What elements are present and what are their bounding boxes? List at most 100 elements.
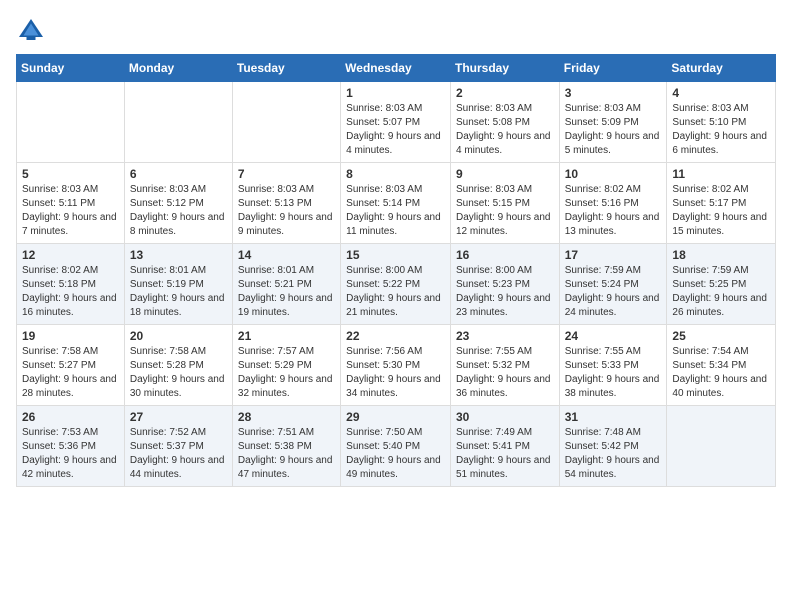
day-number: 21 [238, 329, 335, 343]
day-number: 19 [22, 329, 119, 343]
weekday-header-saturday: Saturday [667, 55, 776, 82]
day-number: 2 [456, 86, 554, 100]
calendar-cell: 1 Sunrise: 8:03 AMSunset: 5:07 PMDaylight… [341, 82, 451, 163]
calendar-cell: 10 Sunrise: 8:02 AMSunset: 5:16 PMDayligh… [559, 163, 667, 244]
day-info: Sunrise: 7:58 AMSunset: 5:27 PMDaylight:… [22, 345, 119, 401]
day-number: 18 [672, 248, 770, 262]
calendar-cell: 25 Sunrise: 7:54 AMSunset: 5:34 PMDayligh… [667, 325, 776, 406]
day-info: Sunrise: 8:03 AMSunset: 5:13 PMDaylight:… [238, 183, 335, 239]
day-info: Sunrise: 8:02 AMSunset: 5:17 PMDaylight:… [672, 183, 770, 239]
calendar-cell: 30 Sunrise: 7:49 AMSunset: 5:41 PMDayligh… [450, 406, 559, 487]
day-info: Sunrise: 7:53 AMSunset: 5:36 PMDaylight:… [22, 426, 119, 482]
calendar-week-1: 1 Sunrise: 8:03 AMSunset: 5:07 PMDaylight… [17, 82, 776, 163]
day-number: 1 [346, 86, 445, 100]
day-info: Sunrise: 8:03 AMSunset: 5:08 PMDaylight:… [456, 102, 554, 158]
calendar-week-5: 26Sunrise: 7:53 AMSunset: 5:36 PMDayligh… [17, 406, 776, 487]
calendar-week-4: 19 Sunrise: 7:58 AMSunset: 5:27 PMDayligh… [17, 325, 776, 406]
logo [16, 16, 50, 46]
calendar-week-2: 5Sunrise: 8:03 AMSunset: 5:11 PMDaylight… [17, 163, 776, 244]
calendar-cell: 27 Sunrise: 7:52 AMSunset: 5:37 PMDayligh… [124, 406, 232, 487]
day-info: Sunrise: 8:00 AMSunset: 5:22 PMDaylight:… [346, 264, 445, 320]
day-number: 15 [346, 248, 445, 262]
calendar-cell [232, 82, 340, 163]
day-info: Sunrise: 8:03 AMSunset: 5:15 PMDaylight:… [456, 183, 554, 239]
calendar-cell: 19 Sunrise: 7:58 AMSunset: 5:27 PMDayligh… [17, 325, 125, 406]
day-info: Sunrise: 8:02 AMSunset: 5:16 PMDaylight:… [565, 183, 662, 239]
day-number: 14 [238, 248, 335, 262]
day-number: 22 [346, 329, 445, 343]
page-header [16, 16, 776, 46]
calendar-cell: 26Sunrise: 7:53 AMSunset: 5:36 PMDayligh… [17, 406, 125, 487]
calendar-cell: 31 Sunrise: 7:48 AMSunset: 5:42 PMDayligh… [559, 406, 667, 487]
day-number: 25 [672, 329, 770, 343]
weekday-header-row: SundayMondayTuesdayWednesdayThursdayFrid… [17, 55, 776, 82]
day-number: 9 [456, 167, 554, 181]
calendar-cell: 18 Sunrise: 7:59 AMSunset: 5:25 PMDayligh… [667, 244, 776, 325]
day-info: Sunrise: 8:00 AMSunset: 5:23 PMDaylight:… [456, 264, 554, 320]
day-number: 29 [346, 410, 445, 424]
day-number: 4 [672, 86, 770, 100]
weekday-header-monday: Monday [124, 55, 232, 82]
day-number: 16 [456, 248, 554, 262]
calendar-cell: 12Sunrise: 8:02 AMSunset: 5:18 PMDayligh… [17, 244, 125, 325]
calendar-cell: 8Sunrise: 8:03 AMSunset: 5:14 PMDaylight… [341, 163, 451, 244]
calendar-cell: 15 Sunrise: 8:00 AMSunset: 5:22 PMDayligh… [341, 244, 451, 325]
day-info: Sunrise: 7:59 AMSunset: 5:24 PMDaylight:… [565, 264, 662, 320]
day-info: Sunrise: 8:03 AMSunset: 5:10 PMDaylight:… [672, 102, 770, 158]
day-number: 27 [130, 410, 227, 424]
day-number: 5 [22, 167, 119, 181]
calendar-cell: 28Sunrise: 7:51 AMSunset: 5:38 PMDayligh… [232, 406, 340, 487]
day-number: 24 [565, 329, 662, 343]
day-number: 17 [565, 248, 662, 262]
day-number: 30 [456, 410, 554, 424]
day-info: Sunrise: 8:03 AMSunset: 5:12 PMDaylight:… [130, 183, 227, 239]
day-info: Sunrise: 7:57 AMSunset: 5:29 PMDaylight:… [238, 345, 335, 401]
day-number: 20 [130, 329, 227, 343]
weekday-header-sunday: Sunday [17, 55, 125, 82]
calendar-cell: 24 Sunrise: 7:55 AMSunset: 5:33 PMDayligh… [559, 325, 667, 406]
day-info: Sunrise: 7:55 AMSunset: 5:33 PMDaylight:… [565, 345, 662, 401]
calendar-cell [667, 406, 776, 487]
day-info: Sunrise: 8:03 AMSunset: 5:09 PMDaylight:… [565, 102, 662, 158]
calendar-cell: 16 Sunrise: 8:00 AMSunset: 5:23 PMDayligh… [450, 244, 559, 325]
page-container: SundayMondayTuesdayWednesdayThursdayFrid… [0, 0, 792, 495]
day-info: Sunrise: 8:03 AMSunset: 5:07 PMDaylight:… [346, 102, 445, 158]
day-info: Sunrise: 7:48 AMSunset: 5:42 PMDaylight:… [565, 426, 662, 482]
calendar-cell [17, 82, 125, 163]
calendar-cell: 6 Sunrise: 8:03 AMSunset: 5:12 PMDaylight… [124, 163, 232, 244]
day-number: 8 [346, 167, 445, 181]
calendar-cell: 13Sunrise: 8:01 AMSunset: 5:19 PMDayligh… [124, 244, 232, 325]
day-info: Sunrise: 7:59 AMSunset: 5:25 PMDaylight:… [672, 264, 770, 320]
calendar-cell: 14 Sunrise: 8:01 AMSunset: 5:21 PMDayligh… [232, 244, 340, 325]
calendar-cell: 23 Sunrise: 7:55 AMSunset: 5:32 PMDayligh… [450, 325, 559, 406]
calendar-cell: 17 Sunrise: 7:59 AMSunset: 5:24 PMDayligh… [559, 244, 667, 325]
day-number: 3 [565, 86, 662, 100]
day-number: 31 [565, 410, 662, 424]
calendar-cell: 7Sunrise: 8:03 AMSunset: 5:13 PMDaylight… [232, 163, 340, 244]
day-number: 23 [456, 329, 554, 343]
calendar-cell: 11Sunrise: 8:02 AMSunset: 5:17 PMDayligh… [667, 163, 776, 244]
calendar-cell: 3 Sunrise: 8:03 AMSunset: 5:09 PMDaylight… [559, 82, 667, 163]
weekday-header-wednesday: Wednesday [341, 55, 451, 82]
day-info: Sunrise: 8:01 AMSunset: 5:21 PMDaylight:… [238, 264, 335, 320]
day-info: Sunrise: 7:55 AMSunset: 5:32 PMDaylight:… [456, 345, 554, 401]
day-number: 12 [22, 248, 119, 262]
day-info: Sunrise: 8:01 AMSunset: 5:19 PMDaylight:… [130, 264, 227, 320]
day-info: Sunrise: 7:58 AMSunset: 5:28 PMDaylight:… [130, 345, 227, 401]
calendar-cell: 4 Sunrise: 8:03 AMSunset: 5:10 PMDaylight… [667, 82, 776, 163]
calendar-cell: 9 Sunrise: 8:03 AMSunset: 5:15 PMDaylight… [450, 163, 559, 244]
calendar-cell [124, 82, 232, 163]
day-info: Sunrise: 7:56 AMSunset: 5:30 PMDaylight:… [346, 345, 445, 401]
weekday-header-tuesday: Tuesday [232, 55, 340, 82]
day-info: Sunrise: 7:54 AMSunset: 5:34 PMDaylight:… [672, 345, 770, 401]
day-info: Sunrise: 7:49 AMSunset: 5:41 PMDaylight:… [456, 426, 554, 482]
calendar-cell: 2 Sunrise: 8:03 AMSunset: 5:08 PMDaylight… [450, 82, 559, 163]
day-number: 10 [565, 167, 662, 181]
calendar-cell: 5Sunrise: 8:03 AMSunset: 5:11 PMDaylight… [17, 163, 125, 244]
day-info: Sunrise: 7:52 AMSunset: 5:37 PMDaylight:… [130, 426, 227, 482]
logo-icon [16, 16, 46, 46]
day-number: 28 [238, 410, 335, 424]
weekday-header-friday: Friday [559, 55, 667, 82]
day-number: 6 [130, 167, 227, 181]
calendar-cell: 20 Sunrise: 7:58 AMSunset: 5:28 PMDayligh… [124, 325, 232, 406]
